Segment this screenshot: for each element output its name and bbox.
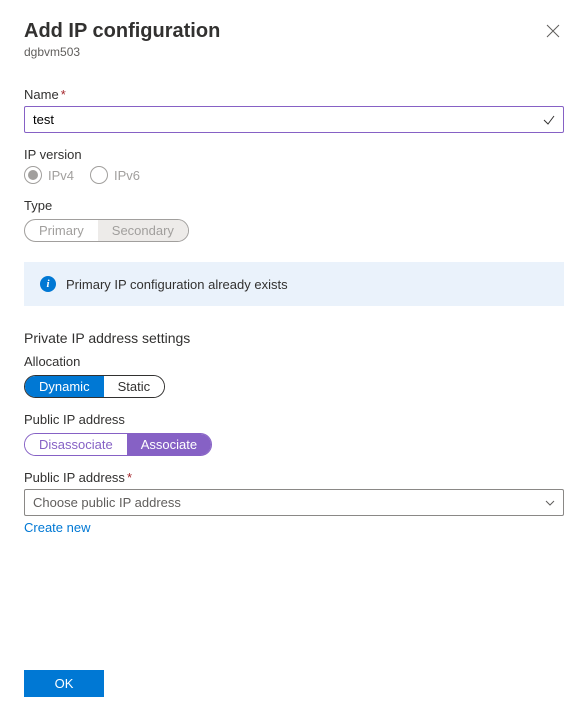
name-input[interactable] [24, 106, 564, 133]
resource-name: dgbvm503 [24, 45, 564, 59]
info-banner: i Primary IP configuration already exist… [24, 262, 564, 306]
name-field: Name* [24, 87, 564, 133]
footer: OK [24, 670, 104, 697]
publicip-select-label: Public IP address* [24, 470, 564, 485]
allocation-field: Allocation Dynamic Static [24, 354, 564, 398]
type-secondary: Secondary [98, 220, 188, 241]
type-label: Type [24, 198, 564, 213]
allocation-label: Allocation [24, 354, 564, 369]
panel-header: Add IP configuration dgbvm503 [24, 20, 564, 59]
info-icon: i [40, 276, 56, 292]
publicip-associate[interactable]: Associate [127, 434, 211, 455]
publicip-select[interactable]: Choose public IP address [24, 489, 564, 516]
close-icon[interactable] [542, 20, 564, 42]
publicip-toggle[interactable]: Disassociate Associate [24, 433, 212, 456]
ok-button[interactable]: OK [24, 670, 104, 697]
name-label: Name* [24, 87, 564, 102]
publicip-label: Public IP address [24, 412, 564, 427]
chevron-down-icon [544, 497, 556, 509]
ipversion-label: IP version [24, 147, 564, 162]
ipversion-field: IP version IPv4 IPv6 [24, 147, 564, 184]
allocation-dynamic[interactable]: Dynamic [25, 376, 104, 397]
ipversion-ipv4-radio: IPv4 [24, 166, 74, 184]
private-ip-section-title: Private IP address settings [24, 330, 564, 346]
type-field: Type Primary Secondary [24, 198, 564, 242]
publicip-select-field: Public IP address* Choose public IP addr… [24, 470, 564, 535]
info-message: Primary IP configuration already exists [66, 277, 288, 292]
allocation-toggle[interactable]: Dynamic Static [24, 375, 165, 398]
publicip-field: Public IP address Disassociate Associate [24, 412, 564, 456]
allocation-static[interactable]: Static [104, 376, 165, 397]
page-title: Add IP configuration [24, 20, 220, 43]
type-toggle: Primary Secondary [24, 219, 189, 242]
ipversion-ipv6-radio: IPv6 [90, 166, 140, 184]
type-primary: Primary [25, 220, 98, 241]
create-new-link[interactable]: Create new [24, 520, 90, 535]
checkmark-icon [542, 113, 556, 127]
publicip-disassociate[interactable]: Disassociate [25, 434, 127, 455]
